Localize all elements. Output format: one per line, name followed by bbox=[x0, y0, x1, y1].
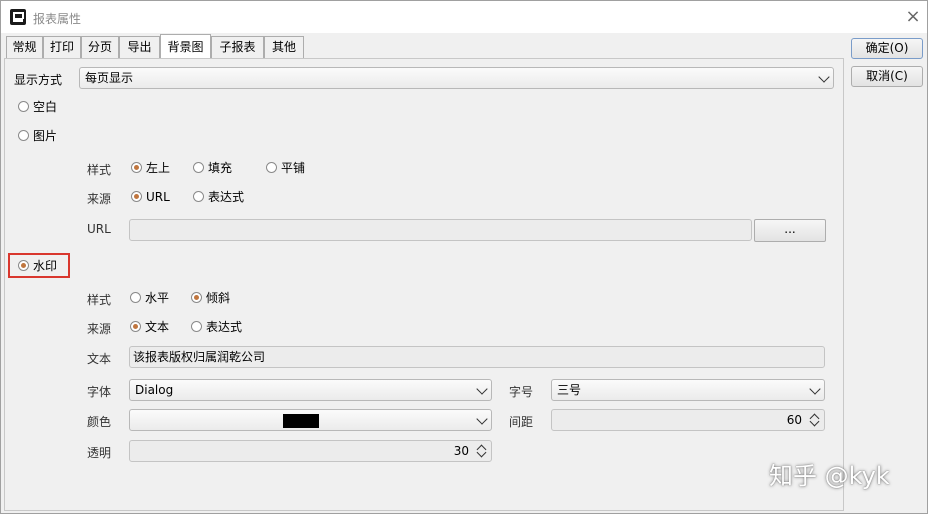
url-input[interactable] bbox=[129, 219, 752, 241]
tab-export[interactable]: 导出 bbox=[119, 36, 160, 58]
chevron-down-icon bbox=[476, 413, 488, 425]
window-title: 报表属性 bbox=[33, 12, 82, 26]
opacity-value: 30 bbox=[453, 444, 469, 458]
spacing-value: 60 bbox=[786, 413, 802, 427]
close-icon[interactable]: × bbox=[903, 7, 923, 27]
display-mode-label: 显示方式 bbox=[14, 73, 63, 87]
radio-image-style-fill-circle bbox=[193, 162, 204, 173]
tab-background[interactable]: 背景图 bbox=[160, 34, 211, 58]
font-size-select[interactable]: 三号 bbox=[551, 379, 825, 401]
radio-image-circle bbox=[18, 130, 29, 141]
radio-image-style-tile-label: 平铺 bbox=[281, 161, 306, 175]
radio-watermark-label: 水印 bbox=[33, 259, 58, 273]
tab-print[interactable]: 打印 bbox=[43, 36, 81, 58]
radio-image-source-expression-circle bbox=[193, 191, 204, 202]
watermark-text-label: 文本 bbox=[87, 352, 112, 366]
font-size-value: 三号 bbox=[557, 383, 582, 397]
watermark-source-label: 来源 bbox=[87, 322, 112, 336]
chevron-down-icon bbox=[809, 383, 821, 395]
chevron-down-icon bbox=[476, 383, 488, 395]
radio-watermark-style-tilted-circle bbox=[191, 292, 202, 303]
radio-watermark-source-expression-label: 表达式 bbox=[206, 320, 243, 334]
radio-watermark-source-text-circle bbox=[130, 321, 141, 332]
title-bar: 报表属性 × bbox=[1, 1, 927, 33]
display-mode-select[interactable]: 每页显示 bbox=[79, 67, 834, 89]
report-properties-dialog: 报表属性 × 常规 打印 分页 导出 背景图 子报表 其他 确定(O) 取消(C… bbox=[0, 0, 928, 514]
tab-general[interactable]: 常规 bbox=[6, 36, 43, 58]
radio-image-label: 图片 bbox=[33, 129, 58, 143]
tab-other[interactable]: 其他 bbox=[264, 36, 304, 58]
font-label: 字体 bbox=[87, 385, 112, 399]
tab-pagination[interactable]: 分页 bbox=[81, 36, 119, 58]
font-select[interactable]: Dialog bbox=[129, 379, 492, 401]
radio-image-source-expression-label: 表达式 bbox=[208, 190, 245, 204]
image-style-label: 样式 bbox=[87, 163, 112, 177]
radio-watermark-circle bbox=[18, 260, 29, 271]
image-source-label: 来源 bbox=[87, 192, 112, 206]
spinner-arrows-icon[interactable] bbox=[476, 442, 488, 460]
radio-watermark-source-text-label: 文本 bbox=[145, 320, 170, 334]
cancel-button[interactable]: 取消(C) bbox=[851, 66, 923, 87]
watermark-text-input[interactable]: 该报表版权归属润乾公司 bbox=[129, 346, 825, 368]
radio-image-style-tile-circle bbox=[266, 162, 277, 173]
tab-subreport[interactable]: 子报表 bbox=[211, 36, 264, 58]
browse-button[interactable]: ... bbox=[754, 219, 826, 242]
color-swatch bbox=[283, 414, 319, 428]
font-value: Dialog bbox=[135, 383, 174, 397]
color-label: 颜色 bbox=[87, 415, 112, 429]
url-label: URL bbox=[87, 222, 111, 236]
radio-image-style-topleft-label: 左上 bbox=[146, 161, 171, 175]
chevron-down-icon bbox=[818, 71, 830, 83]
radio-image-style-fill-label: 填充 bbox=[208, 161, 233, 175]
radio-watermark-style-horizontal-circle bbox=[130, 292, 141, 303]
radio-watermark-style-horizontal-label: 水平 bbox=[145, 291, 170, 305]
display-mode-value: 每页显示 bbox=[85, 71, 134, 85]
radio-watermark-source-expression-circle bbox=[191, 321, 202, 332]
radio-watermark-style-tilted-label: 倾斜 bbox=[206, 291, 231, 305]
radio-image-source-url-label: URL bbox=[146, 190, 170, 204]
font-size-label: 字号 bbox=[509, 385, 534, 399]
spinner-arrows-icon[interactable] bbox=[809, 411, 821, 429]
radio-blank-circle bbox=[18, 101, 29, 112]
ok-button[interactable]: 确定(O) bbox=[851, 38, 923, 59]
spacing-label: 间距 bbox=[509, 415, 534, 429]
radio-image-source-url-circle bbox=[131, 191, 142, 202]
radio-blank-label: 空白 bbox=[33, 100, 58, 114]
opacity-label: 透明 bbox=[87, 446, 112, 460]
radio-image-style-topleft-circle bbox=[131, 162, 142, 173]
watermark-style-label: 样式 bbox=[87, 293, 112, 307]
app-icon bbox=[10, 9, 26, 25]
spacing-spinner[interactable]: 60 bbox=[551, 409, 825, 431]
watermark-text-value: 该报表版权归属润乾公司 bbox=[133, 350, 266, 364]
site-watermark: 知乎 @kyk bbox=[769, 462, 890, 490]
color-select[interactable] bbox=[129, 409, 492, 431]
opacity-spinner[interactable]: 30 bbox=[129, 440, 492, 462]
